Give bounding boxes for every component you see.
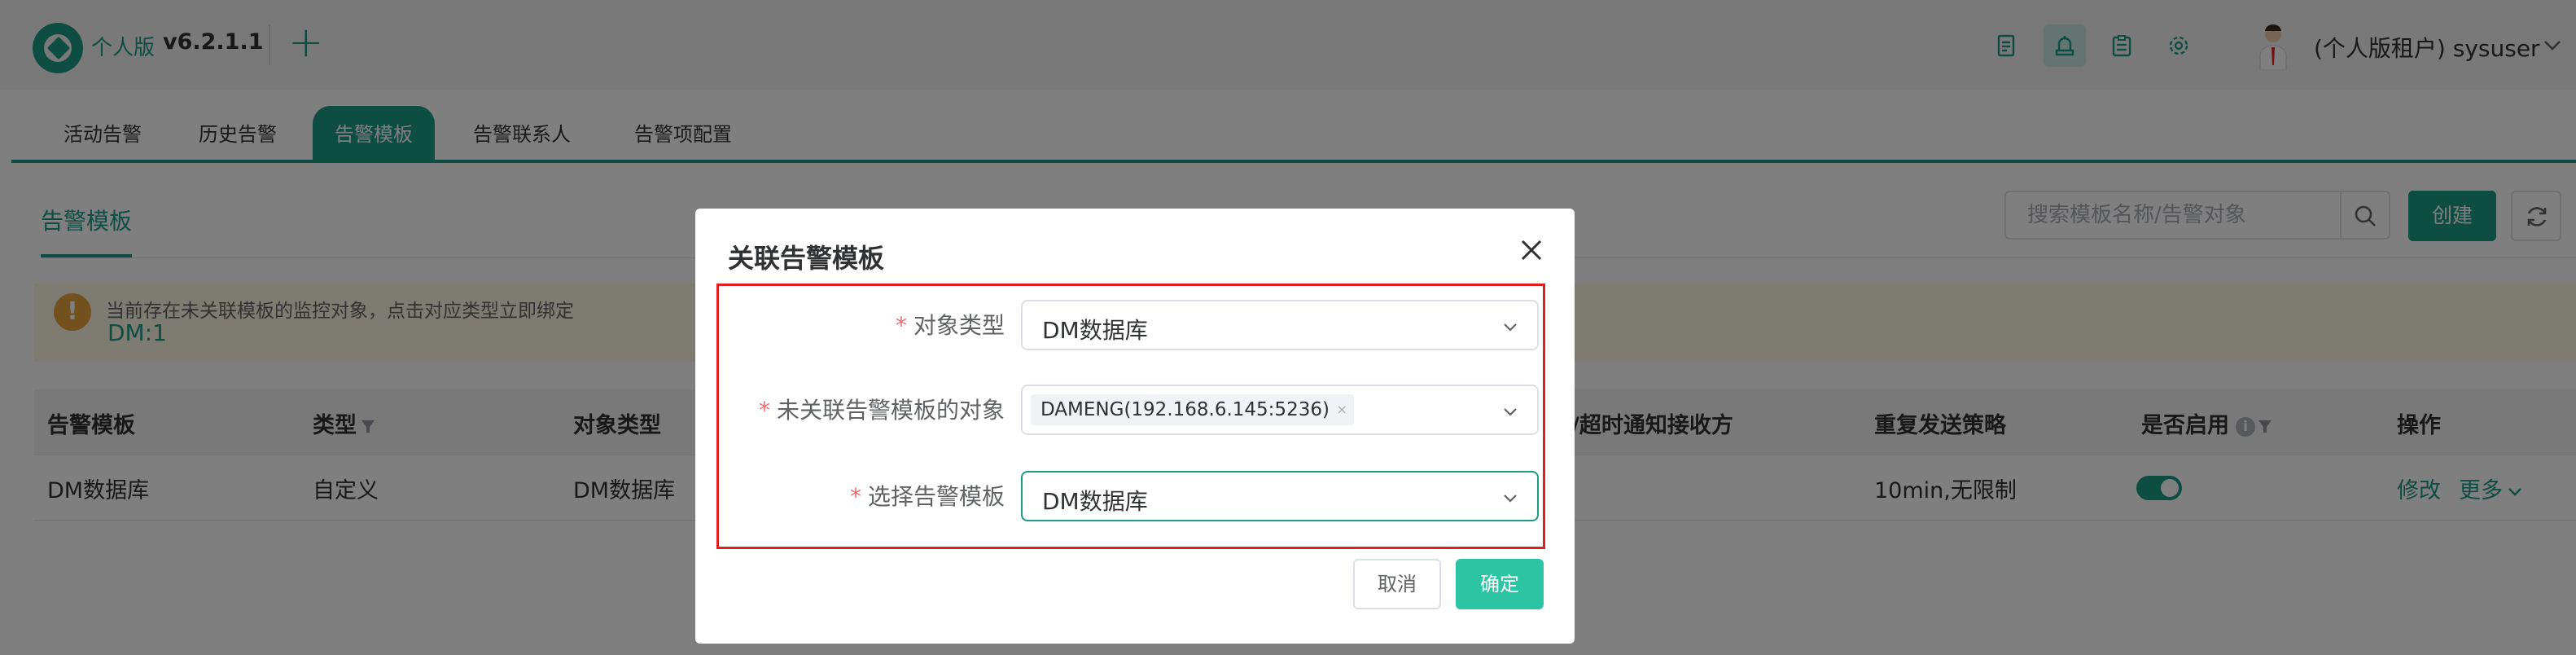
chevron-down-icon	[1504, 323, 1517, 332]
associate-template-dialog: 关联告警模板 * 对象类型 DM数据库 * 未关联告警模板的对象 DAMENG(19…	[695, 209, 1575, 644]
chevron-down-icon	[1504, 495, 1517, 503]
tag-close-icon[interactable]: ×	[1337, 394, 1347, 425]
field-label-unassociated-objects: * 未关联告警模板的对象	[758, 397, 1005, 424]
selected-object-tag: DAMENG(192.168.6.145:5236) ×	[1031, 394, 1354, 425]
cancel-button[interactable]: 取消	[1353, 559, 1441, 609]
template-select[interactable]: DM数据库	[1021, 471, 1539, 521]
chevron-down-icon	[1504, 408, 1517, 416]
unassociated-objects-select[interactable]: DAMENG(192.168.6.145:5236) ×	[1021, 385, 1539, 435]
confirm-button[interactable]: 确定	[1456, 559, 1544, 609]
field-label-object-type: * 对象类型	[895, 312, 1005, 339]
dialog-title: 关联告警模板	[728, 243, 885, 274]
object-type-select[interactable]: DM数据库	[1021, 300, 1539, 350]
field-label-select-template: * 选择告警模板	[849, 483, 1005, 510]
close-icon[interactable]	[1518, 236, 1545, 264]
